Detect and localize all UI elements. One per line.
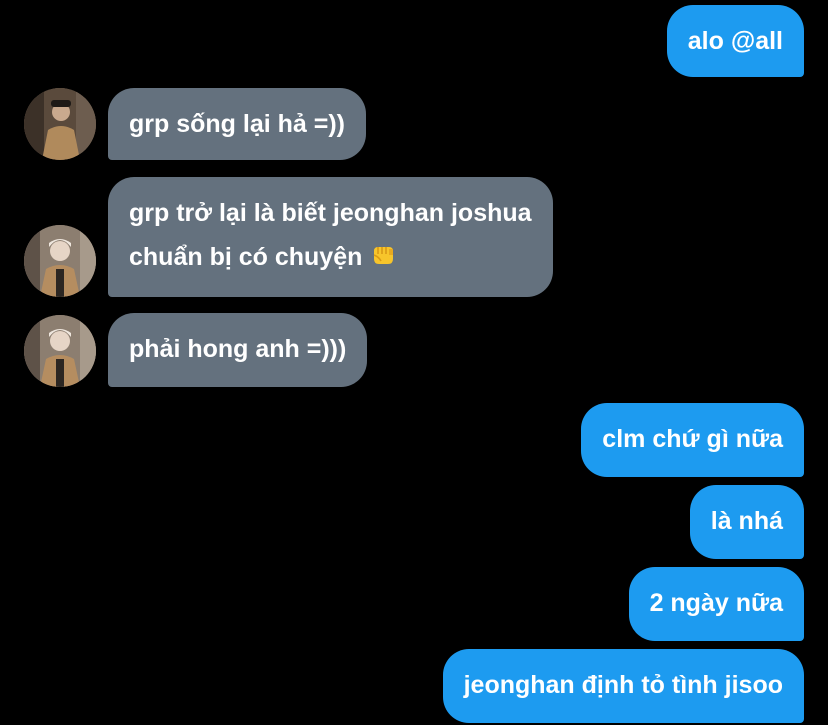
message-text: phải hong anh =)))	[129, 335, 347, 363]
incoming-message-bubble[interactable]: grp sống lại hả =))	[108, 88, 366, 160]
user-avatar-2[interactable]	[24, 315, 96, 387]
avatar-photo	[24, 88, 96, 160]
incoming-message-bubble[interactable]: phải hong anh =)))	[108, 313, 368, 387]
outgoing-message-bubble[interactable]: 2 ngày nữa	[628, 567, 804, 641]
outgoing-message-bubble[interactable]: jeonghan định tỏ tình jisoo	[442, 649, 804, 723]
message-text-line-1: grp trở lại là biết jeonghan joshua	[129, 199, 532, 227]
message-text: grp sống lại hả =))	[129, 110, 345, 138]
message-text: clm chứ gì nữa	[602, 425, 783, 453]
message-text: alo @all	[687, 27, 783, 55]
message-text: là nhá	[710, 507, 783, 535]
user-avatar-1[interactable]	[24, 88, 96, 160]
avatar-photo	[24, 315, 96, 387]
message-text: jeonghan định tỏ tình jisoo	[463, 671, 783, 699]
outgoing-message-bubble[interactable]: là nhá	[689, 485, 804, 559]
oncoming-fist-emoji	[369, 239, 397, 267]
outgoing-message-bubble[interactable]: clm chứ gì nữa	[581, 403, 804, 477]
message-text-line-2: chuẩn bị có chuyện	[129, 235, 532, 279]
message-text: 2 ngày nữa	[649, 589, 783, 617]
incoming-message-bubble[interactable]: grp trở lại là biết jeonghan joshua chuẩ…	[108, 177, 553, 297]
outgoing-message-bubble[interactable]: alo @all	[666, 5, 804, 77]
message-text: chuẩn bị có chuyện	[129, 243, 363, 271]
user-avatar-2[interactable]	[24, 225, 96, 297]
avatar-photo	[24, 225, 96, 297]
